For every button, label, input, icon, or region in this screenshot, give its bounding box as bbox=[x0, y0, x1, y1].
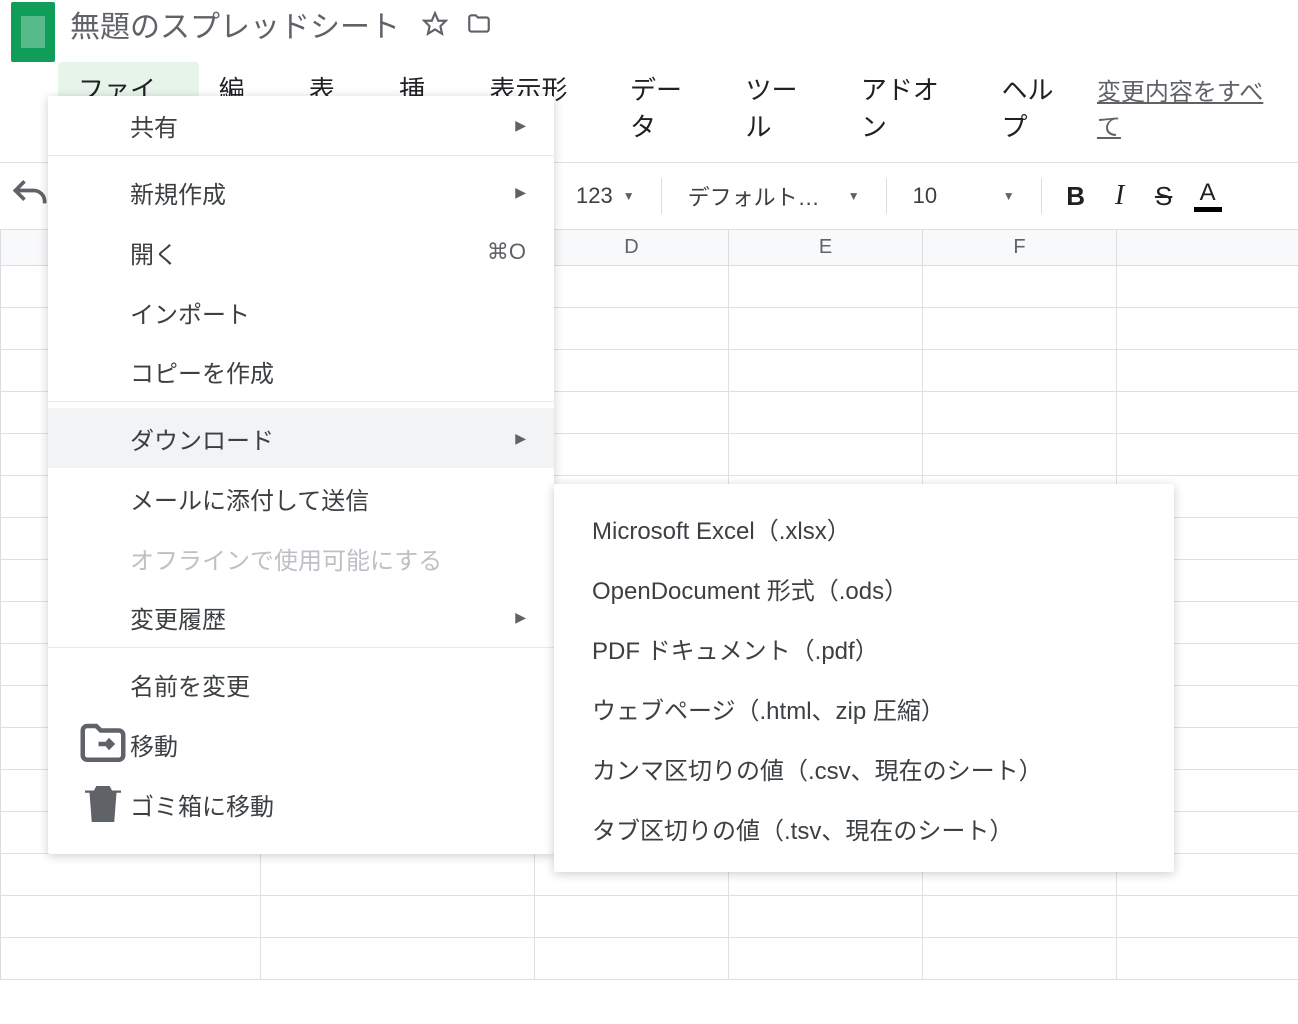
submenu-arrow-icon: ▶ bbox=[515, 609, 526, 626]
menu-item-make-copy[interactable]: コピーを作成 bbox=[48, 342, 554, 402]
menu-item-download[interactable]: ダウンロード ▶ bbox=[48, 408, 554, 468]
cell[interactable] bbox=[729, 308, 923, 350]
revision-link[interactable]: 変更内容をすべて bbox=[1097, 72, 1290, 142]
cell[interactable] bbox=[535, 350, 729, 392]
file-menu-dropdown: 共有 ▶ 新規作成 ▶ 開く ⌘O インポート コピーを作成 ダウンロード ▶ … bbox=[48, 96, 554, 854]
bold-button[interactable]: B bbox=[1054, 174, 1098, 218]
menu-data[interactable]: データ bbox=[610, 62, 725, 152]
cell[interactable] bbox=[729, 896, 923, 938]
cell[interactable] bbox=[261, 938, 535, 980]
menu-item-offline: オフラインで使用可能にする bbox=[48, 528, 554, 588]
download-ods[interactable]: OpenDocument 形式（.ods） bbox=[554, 558, 1174, 618]
cell[interactable] bbox=[923, 896, 1117, 938]
table-row bbox=[1, 938, 1298, 980]
cell[interactable] bbox=[923, 308, 1117, 350]
cell[interactable] bbox=[923, 350, 1117, 392]
submenu-arrow-icon: ▶ bbox=[515, 184, 526, 201]
download-pdf[interactable]: PDF ドキュメント（.pdf） bbox=[554, 618, 1174, 678]
submenu-arrow-icon: ▶ bbox=[515, 117, 526, 134]
cell[interactable] bbox=[535, 434, 729, 476]
cell[interactable] bbox=[729, 266, 923, 308]
download-csv[interactable]: カンマ区切りの値（.csv、現在のシート） bbox=[554, 738, 1174, 798]
shortcut-label: ⌘O bbox=[487, 239, 526, 265]
font-family-dropdown[interactable]: デフォルト…▼ bbox=[674, 180, 874, 212]
column-header[interactable]: E bbox=[729, 230, 923, 266]
cell[interactable] bbox=[1, 854, 261, 896]
cell[interactable] bbox=[923, 434, 1117, 476]
menu-help[interactable]: ヘルプ bbox=[982, 62, 1097, 152]
cell[interactable] bbox=[535, 938, 729, 980]
text-color-button[interactable]: A bbox=[1186, 174, 1230, 218]
menu-addons[interactable]: アドオン bbox=[841, 62, 982, 152]
cell[interactable] bbox=[1117, 350, 1298, 392]
italic-button[interactable]: I bbox=[1098, 174, 1142, 218]
toolbar-separator bbox=[1041, 178, 1042, 214]
column-header[interactable]: F bbox=[923, 230, 1117, 266]
toolbar-separator bbox=[661, 178, 662, 214]
text-color-bar bbox=[1194, 207, 1222, 212]
cell[interactable] bbox=[729, 392, 923, 434]
undo-button[interactable] bbox=[8, 174, 52, 218]
menu-item-version-history[interactable]: 変更履歴 ▶ bbox=[48, 588, 554, 648]
menu-item-new[interactable]: 新規作成 ▶ bbox=[48, 162, 554, 222]
move-to-folder-icon[interactable] bbox=[466, 11, 492, 37]
strikethrough-button[interactable]: S bbox=[1142, 174, 1186, 218]
cell[interactable] bbox=[1117, 896, 1298, 938]
submenu-arrow-icon: ▶ bbox=[515, 430, 526, 447]
download-xlsx[interactable]: Microsoft Excel（.xlsx） bbox=[554, 498, 1174, 558]
table-row bbox=[1, 896, 1298, 938]
trash-icon bbox=[76, 777, 130, 831]
cell[interactable] bbox=[1, 896, 261, 938]
cell[interactable] bbox=[923, 392, 1117, 434]
menu-item-move-to-trash[interactable]: ゴミ箱に移動 bbox=[48, 774, 554, 834]
cell[interactable] bbox=[923, 938, 1117, 980]
toolbar-separator bbox=[886, 178, 887, 214]
move-folder-icon bbox=[76, 717, 130, 771]
sheets-logo-icon[interactable] bbox=[11, 2, 55, 62]
cell[interactable] bbox=[261, 854, 535, 896]
font-size-dropdown[interactable]: 10▼ bbox=[899, 183, 1029, 209]
menu-item-import[interactable]: インポート bbox=[48, 282, 554, 342]
cell[interactable] bbox=[729, 434, 923, 476]
cell[interactable] bbox=[1117, 266, 1298, 308]
menu-item-email-attachment[interactable]: メールに添付して送信 bbox=[48, 468, 554, 528]
cell[interactable] bbox=[535, 266, 729, 308]
document-title[interactable]: 無題のスプレッドシート bbox=[66, 0, 404, 48]
cell[interactable] bbox=[535, 896, 729, 938]
menu-item-rename[interactable]: 名前を変更 bbox=[48, 654, 554, 714]
cell[interactable] bbox=[1117, 308, 1298, 350]
column-header[interactable] bbox=[1117, 230, 1298, 266]
menu-tools[interactable]: ツール bbox=[725, 62, 840, 152]
cell[interactable] bbox=[1117, 434, 1298, 476]
number-format-dropdown[interactable]: 123▼ bbox=[562, 183, 649, 209]
cell[interactable] bbox=[1117, 392, 1298, 434]
download-tsv[interactable]: タブ区切りの値（.tsv、現在のシート） bbox=[554, 798, 1174, 858]
menu-item-move[interactable]: 移動 bbox=[48, 714, 554, 774]
cell[interactable] bbox=[923, 266, 1117, 308]
cell[interactable] bbox=[729, 938, 923, 980]
menu-item-open[interactable]: 開く ⌘O bbox=[48, 222, 554, 282]
cell[interactable] bbox=[261, 896, 535, 938]
cell[interactable] bbox=[1, 938, 261, 980]
menu-item-share[interactable]: 共有 ▶ bbox=[48, 96, 554, 156]
star-icon[interactable] bbox=[422, 11, 448, 37]
cell[interactable] bbox=[1117, 938, 1298, 980]
download-submenu: Microsoft Excel（.xlsx） OpenDocument 形式（.… bbox=[554, 484, 1174, 872]
logo-column bbox=[8, 0, 58, 62]
column-header[interactable]: D bbox=[535, 230, 729, 266]
cell[interactable] bbox=[535, 308, 729, 350]
cell[interactable] bbox=[729, 350, 923, 392]
download-html[interactable]: ウェブページ（.html、zip 圧縮） bbox=[554, 678, 1174, 738]
cell[interactable] bbox=[535, 392, 729, 434]
